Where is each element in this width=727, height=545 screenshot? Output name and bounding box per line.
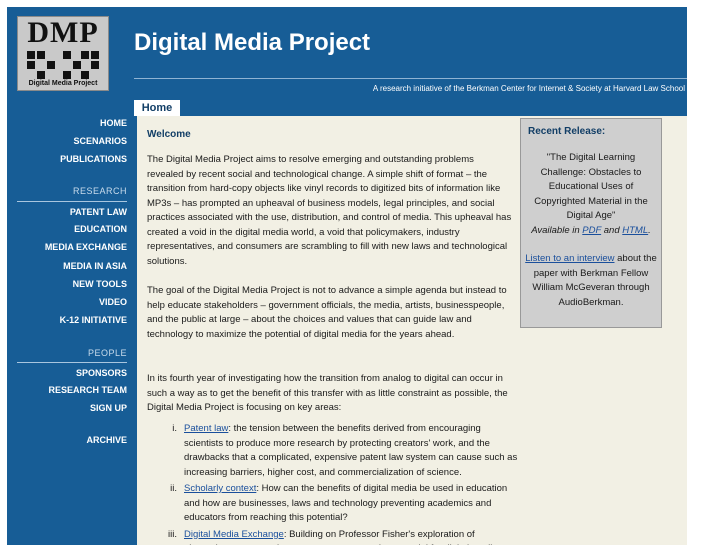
list-item: i. Patent law: the tension between the b… [159,422,519,480]
release-heading: Recent Release: [528,126,606,137]
sidebar-item-new-tools[interactable]: NEW TOOLS [73,279,127,289]
pdf-link[interactable]: PDF [582,225,601,236]
focus-paragraph: In its fourth year of investigating how … [147,373,508,413]
site-title: Digital Media Project [134,29,371,56]
list-number: iii. [168,528,177,540]
sidebar-item-sign-up[interactable]: SIGN UP [90,403,127,413]
focus-areas-list: i. Patent law: the tension between the b… [159,422,519,545]
sidebar-heading-research: RESEARCH [72,186,127,196]
logo-text: DMP [27,16,99,49]
release-available: Available in PDF and HTML. [531,224,651,236]
list-number: i. [172,423,177,434]
list-number: ii. [170,483,177,494]
digital-media-exchange-link[interactable]: Digital Media Exchange [184,529,284,540]
right-margin [687,7,727,545]
tab-home[interactable]: Home [134,100,180,116]
sidebar-item-sponsors[interactable]: SPONSORS [76,368,127,378]
sidebar-item-k12-initiative[interactable]: K-12 INITIATIVE [60,315,127,325]
header-divider [134,78,687,79]
sidebar-item-publications[interactable]: PUBLICATIONS [60,154,127,164]
html-link[interactable]: HTML [622,225,648,236]
sidebar-heading-people: PEOPLE [87,348,127,358]
list-item: ii. Scholarly context: How can the benef… [159,482,519,526]
goal-paragraph: The goal of the Digital Media Project is… [147,285,507,340]
sidebar-item-home[interactable]: HOME [100,118,127,128]
patent-law-link[interactable]: Patent law [184,423,228,434]
sidebar-item-research-team[interactable]: RESEARCH TEAM [48,385,127,395]
sidebar-item-scenarios[interactable]: SCENARIOS [73,136,127,146]
site-tagline: A research initiative of the Berkman Cen… [372,84,685,93]
sidebar-item-education[interactable]: EDUCATION [74,224,127,234]
release-description: "The Digital Learning Challenge: Obstacl… [525,151,657,238]
sidebar-item-video[interactable]: VIDEO [99,297,127,307]
logo-subtitle: Digital Media Project [28,80,98,87]
list-item: iii. Digital Media Exchange: Building on… [159,528,519,545]
scholarly-context-link[interactable]: Scholarly context [184,483,256,494]
release-title: "The Digital Learning Challenge: Obstacl… [534,152,648,221]
intro-paragraph: The Digital Media Project aims to resolv… [147,154,512,267]
sidebar-divider [17,362,127,363]
logo-grid-icon [27,51,99,79]
sidebar-item-patent-law[interactable]: PATENT LAW [70,207,127,217]
welcome-heading: Welcome [147,129,191,140]
sidebar-divider [17,201,127,202]
recent-release-box: Recent Release: "The Digital Learning Ch… [520,118,662,328]
sidebar-item-archive[interactable]: ARCHIVE [86,435,127,445]
list-item-text: : the tension between the benefits deriv… [184,423,518,478]
sidebar-item-media-exchange[interactable]: MEDIA EXCHANGE [45,242,127,252]
release-interview: Listen to an interview about the paper w… [525,252,657,310]
sidebar-item-media-in-asia[interactable]: MEDIA IN ASIA [63,261,127,271]
listen-interview-link[interactable]: Listen to an interview [525,253,614,264]
dmp-logo[interactable]: DMP Digital Media Project [17,16,109,91]
